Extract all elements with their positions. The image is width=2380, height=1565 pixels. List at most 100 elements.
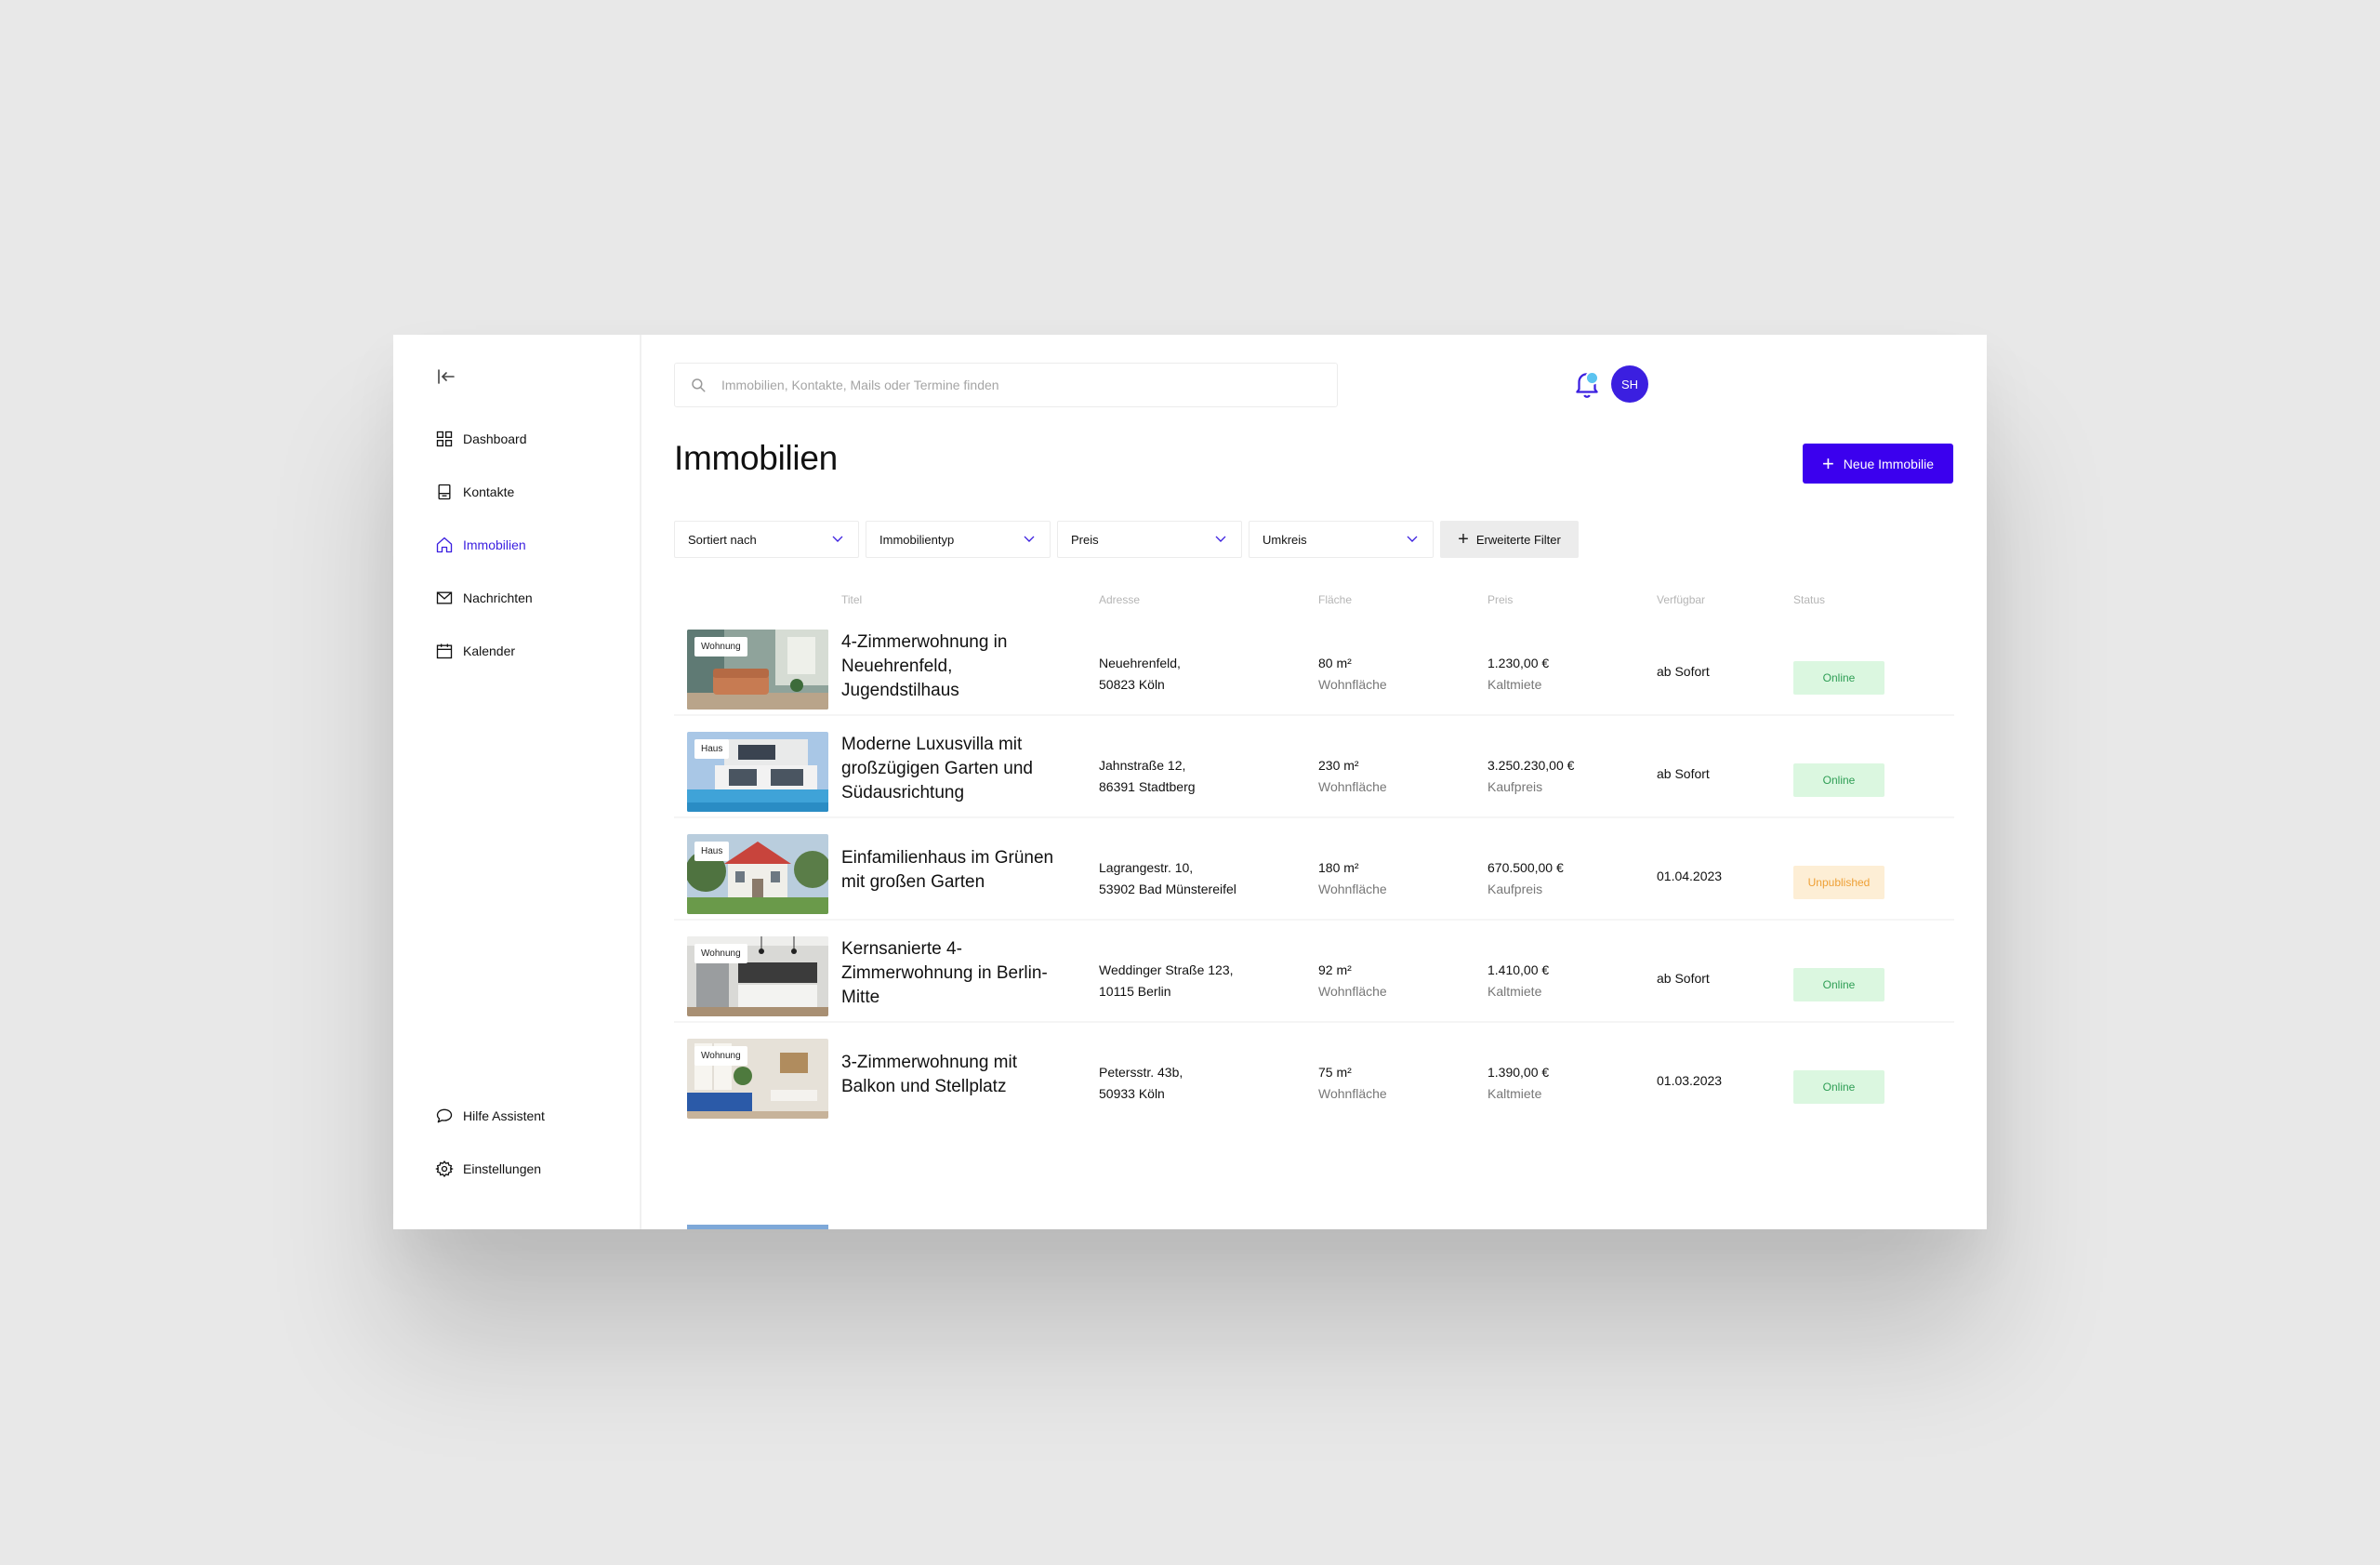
price-value: 670.500,00 €	[1488, 860, 1564, 875]
sidebar-item-dashboard[interactable]: Dashboard	[435, 428, 533, 450]
sidebar-nav: Dashboard Kontakte Immobilien Nachrichte…	[435, 428, 533, 693]
status-badge: Online	[1793, 763, 1884, 797]
table-row[interactable]: Haus Moderne Luxusvilla mit großzügigen …	[674, 716, 1954, 818]
search-icon	[692, 378, 706, 392]
property-available: ab Sofort	[1657, 971, 1710, 986]
property-photo: Wohnung	[687, 630, 828, 710]
property-type-badge: Wohnung	[694, 1046, 747, 1066]
chevron-down-icon	[1215, 536, 1226, 542]
chevron-down-icon	[1024, 536, 1035, 542]
avatar[interactable]: SH	[1611, 365, 1648, 403]
filter-label: Preis	[1071, 532, 1099, 547]
property-photo: Haus	[687, 732, 828, 812]
main-content: SH Immobilien + Neue Immobilie Sortiert …	[641, 335, 1987, 1229]
table-row[interactable]: Wohnung 3-Zimmerwohnung mit Balkon und S…	[674, 1023, 1954, 1125]
address-line-2: 86391 Stadtberg	[1099, 779, 1196, 794]
property-type-badge: Wohnung	[694, 637, 747, 657]
property-address: Lagrangestr. 10, 53902 Bad Münstereifel	[1099, 857, 1285, 900]
property-photo: Wohnung	[687, 936, 828, 1016]
address-line-1: Weddinger Straße 123,	[1099, 962, 1234, 977]
property-price: 3.250.230,00 € Kaufpreis	[1488, 755, 1574, 798]
property-available: ab Sofort	[1657, 664, 1710, 679]
filter-bar: Sortiert nach Immobilientyp Preis Umkrei…	[674, 521, 1579, 558]
address-line-1: Lagrangestr. 10,	[1099, 860, 1194, 875]
area-value: 230 m²	[1318, 758, 1359, 773]
new-property-button[interactable]: + Neue Immobilie	[1803, 444, 1953, 484]
search-input[interactable]	[720, 377, 1281, 393]
sidebar-item-einstellungen[interactable]: Einstellungen	[435, 1158, 545, 1180]
property-list: Wohnung 4-Zimmerwohnung in Neuehrenfeld,…	[674, 614, 1954, 1125]
property-area: 230 m² Wohnfläche	[1318, 755, 1387, 798]
address-line-2: 53902 Bad Münstereifel	[1099, 882, 1236, 896]
address-line-2: 50823 Köln	[1099, 677, 1165, 692]
mail-icon	[436, 591, 453, 604]
gear-icon	[435, 1160, 454, 1177]
property-type-badge: Wohnung	[694, 944, 747, 963]
property-available: 01.04.2023	[1657, 869, 1723, 883]
property-price: 670.500,00 € Kaufpreis	[1488, 857, 1564, 900]
sidebar-item-immobilien[interactable]: Immobilien	[435, 534, 533, 556]
price-label: Kaufpreis	[1488, 779, 1543, 794]
property-title[interactable]: 4-Zimmerwohnung in Neuehrenfeld, Jugends…	[841, 630, 1064, 703]
area-label: Wohnfläche	[1318, 779, 1387, 794]
price-value: 3.250.230,00 €	[1488, 758, 1575, 773]
property-area: 180 m² Wohnfläche	[1318, 857, 1387, 900]
price-value: 1.390,00 €	[1488, 1065, 1550, 1080]
search-bar[interactable]	[674, 363, 1338, 407]
filter-price[interactable]: Preis	[1057, 521, 1242, 558]
sidebar-item-kalender[interactable]: Kalender	[435, 640, 533, 662]
column-header-available: Verfügbar	[1657, 593, 1706, 606]
sidebar-item-kontakte[interactable]: Kontakte	[435, 481, 533, 503]
notifications-button[interactable]	[1571, 368, 1603, 400]
property-title[interactable]: Einfamilienhaus im Grünen mit großen Gar…	[841, 846, 1064, 895]
area-value: 75 m²	[1318, 1065, 1352, 1080]
property-title[interactable]: 3-Zimmerwohnung mit Balkon und Stellplat…	[841, 1051, 1064, 1099]
chevron-down-icon	[832, 536, 843, 542]
sidebar-item-label: Einstellungen	[463, 1161, 542, 1176]
sidebar-item-nachrichten[interactable]: Nachrichten	[435, 587, 533, 609]
table-row[interactable]: Wohnung 4-Zimmerwohnung in Neuehrenfeld,…	[674, 614, 1954, 716]
collapse-sidebar-icon[interactable]	[435, 365, 457, 388]
advanced-filter-button[interactable]: + Erweiterte Filter	[1440, 521, 1579, 558]
area-label: Wohnfläche	[1318, 882, 1387, 896]
sidebar-item-hilfe-assistent[interactable]: Hilfe Assistent	[435, 1105, 545, 1127]
filter-label: Immobilientyp	[879, 532, 955, 547]
price-value: 1.410,00 €	[1488, 962, 1550, 977]
price-label: Kaufpreis	[1488, 882, 1543, 896]
chat-bubble-icon	[436, 1108, 453, 1123]
grid-icon	[436, 431, 453, 447]
property-title[interactable]: Moderne Luxusvilla mit großzügigen Garte…	[841, 733, 1064, 805]
home-icon	[436, 537, 453, 553]
property-area: 80 m² Wohnfläche	[1318, 653, 1387, 696]
address-line-1: Neuehrenfeld,	[1099, 656, 1181, 670]
advanced-filter-label: Erweiterte Filter	[1475, 532, 1561, 547]
status-badge: Online	[1793, 968, 1884, 1001]
sidebar-item-label: Nachrichten	[463, 590, 533, 605]
filter-sort[interactable]: Sortiert nach	[674, 521, 859, 558]
property-price: 1.230,00 € Kaltmiete	[1488, 653, 1549, 696]
calendar-icon	[436, 643, 453, 659]
plus-icon: +	[1458, 529, 1469, 550]
table-row[interactable]: Wohnung Kernsanierte 4-Zimmerwohnung in …	[674, 921, 1954, 1023]
status-badge: Unpublished	[1793, 866, 1884, 899]
table-row[interactable]: Haus Einfamilienhaus im Grünen mit große…	[674, 818, 1954, 921]
filter-radius[interactable]: Umkreis	[1249, 521, 1434, 558]
property-photo: Wohnung	[687, 1039, 828, 1119]
sidebar-item-label: Dashboard	[463, 431, 527, 446]
status-badge: Online	[1793, 1070, 1884, 1104]
property-type-badge: Haus	[694, 842, 730, 861]
contacts-book-icon	[438, 484, 451, 500]
property-title[interactable]: Kernsanierte 4-Zimmerwohnung in Berlin-M…	[841, 937, 1064, 1010]
chevron-down-icon	[1407, 536, 1418, 542]
area-label: Wohnfläche	[1318, 1086, 1387, 1101]
property-type-badge: Haus	[694, 739, 730, 759]
property-available: 01.03.2023	[1657, 1073, 1723, 1088]
price-label: Kaltmiete	[1488, 677, 1542, 692]
filter-property-type[interactable]: Immobilientyp	[866, 521, 1051, 558]
area-label: Wohnfläche	[1318, 984, 1387, 999]
sidebar-item-label: Immobilien	[463, 537, 526, 552]
address-line-2: 10115 Berlin	[1099, 984, 1171, 999]
property-price: 1.390,00 € Kaltmiete	[1488, 1062, 1549, 1105]
filter-label: Umkreis	[1263, 532, 1307, 547]
sidebar-bottom-nav: Hilfe Assistent Einstellungen	[435, 1105, 545, 1211]
